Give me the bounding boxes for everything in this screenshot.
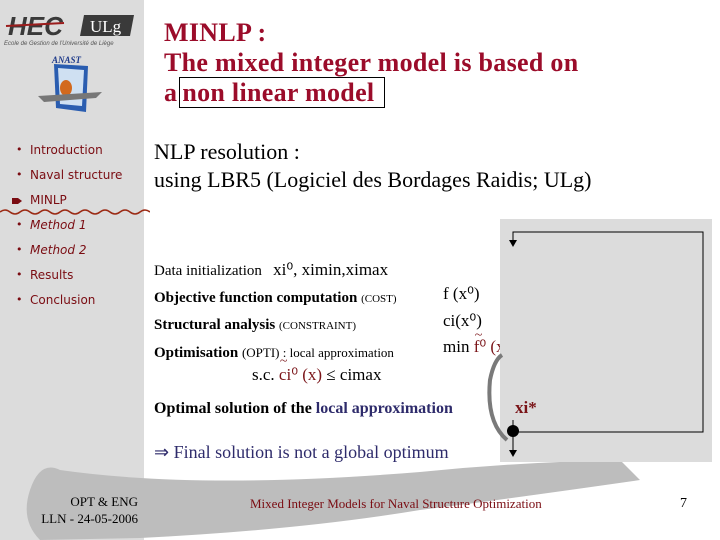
title-line-1: MINLP : — [164, 18, 267, 47]
bullet-icon: • — [16, 243, 23, 256]
bullet-icon: • — [16, 268, 23, 281]
constraint-expression: s.c. ci⁰ (x) ≤ cimax — [252, 354, 381, 385]
nav-item-conclusion[interactable]: • Conclusion — [14, 291, 122, 316]
nav-item-introduction[interactable]: • Introduction — [14, 141, 122, 166]
current-section-arrow-icon — [12, 198, 22, 204]
bullet-icon: • — [16, 218, 23, 231]
bullet-icon: • — [16, 143, 23, 156]
boxed-phrase: non linear model — [179, 77, 386, 108]
bullet-icon: • — [16, 168, 23, 181]
svg-text:ULg: ULg — [90, 17, 122, 36]
loop-entry-arrow-icon — [509, 240, 517, 247]
intro-line-2: using LBR5 (Logiciel des Bordages Raidis… — [154, 167, 592, 192]
process-steps: Data initialization xi⁰, ximin,ximax Obj… — [154, 257, 397, 366]
page-number: 7 — [680, 496, 687, 511]
sidebar: HEC ULg Ecole de Gestion de l'Université… — [0, 0, 150, 540]
optimum-point-icon — [507, 425, 519, 437]
title-line-2: The mixed integer model is based on — [164, 48, 579, 77]
intro-text: NLP resolution : using LBR5 (Logiciel de… — [154, 138, 592, 194]
intro-line-1: NLP resolution : — [154, 139, 300, 164]
slide-title: MINLP : The mixed integer model is based… — [164, 18, 578, 108]
footer-title: Mixed Integer Models for Naval Structure… — [250, 496, 542, 511]
hec-ulg-logo: HEC ULg — [4, 11, 138, 41]
bullet-icon: • — [16, 293, 23, 306]
nav-item-results[interactable]: • Results — [14, 266, 122, 291]
feedback-curve-arrow — [487, 353, 509, 442]
step-optimisation: Optimisation (OPTI) : local approximatio… — [154, 344, 394, 361]
conclusion-text: ⇒ Final solution is not a global optimum — [154, 442, 449, 462]
step-objective-function: Objective function computation (COST) — [154, 289, 397, 306]
iteration-loop-diagram — [487, 231, 704, 457]
logo-subtitle: Ecole de Gestion de l'Université de Lièg… — [4, 41, 114, 47]
nav-item-method-1[interactable]: • Method 1 — [14, 216, 122, 241]
title-line-3: a non linear model — [164, 77, 578, 108]
section-divider-wavy — [0, 209, 150, 215]
optimum-label: xi* — [515, 398, 537, 417]
step-data-initialization: Data initialization xi⁰, ximin,ximax — [154, 260, 389, 279]
nav-item-method-2[interactable]: • Method 2 — [14, 241, 122, 266]
step-structural-analysis: Structural analysis (CONSTRAINT) — [154, 317, 357, 333]
nav-item-naval-structure[interactable]: • Naval structure — [14, 166, 122, 191]
section-nav: • Introduction • Naval structure MINLP • Me… — [12, 141, 122, 316]
exit-arrow-icon — [509, 450, 517, 457]
anast-logo-image — [38, 64, 102, 112]
footer-event: OPT & ENG LLN - 24-05-2006 — [41, 494, 138, 526]
optimal-solution-text: Optimal solution of the local approximat… — [154, 400, 453, 417]
loop-path — [512, 231, 704, 450]
